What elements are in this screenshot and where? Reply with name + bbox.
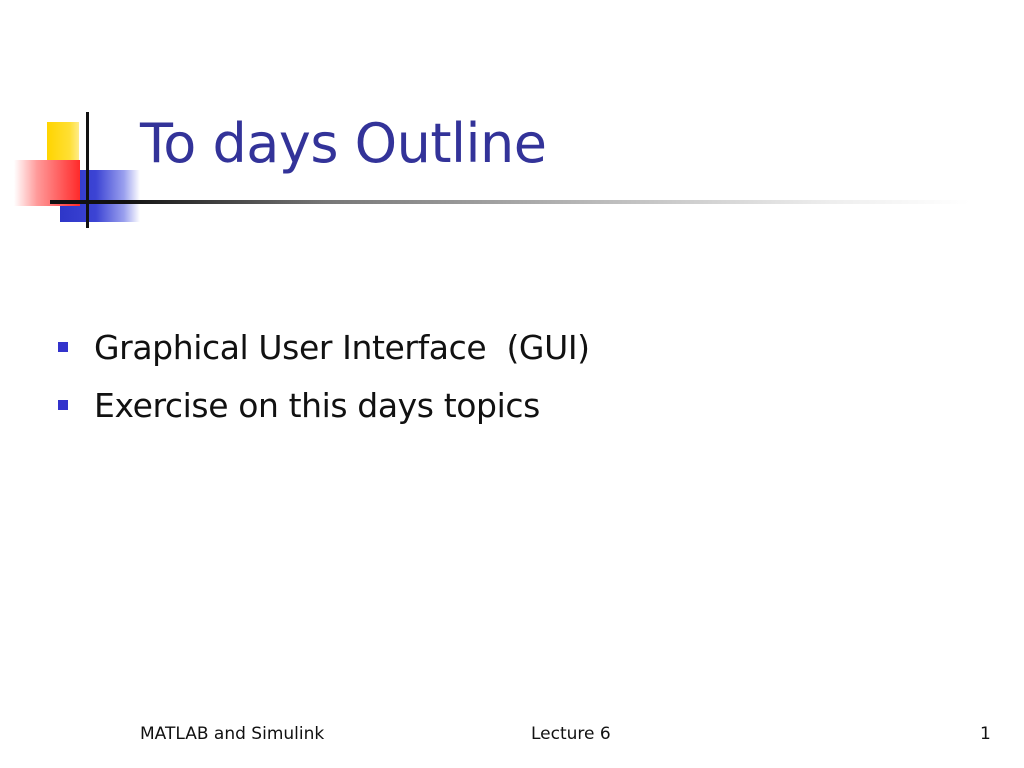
bullet-item: Exercise on this days topics <box>56 376 590 434</box>
slide: To days Outline Graphical User Interface… <box>0 0 1024 768</box>
footer-course-name: MATLAB and Simulink <box>140 724 325 744</box>
bullet-item: Graphical User Interface (GUI) <box>56 318 590 376</box>
footer-lecture-label: Lecture 6 <box>531 724 611 744</box>
square-bullet-icon <box>58 400 68 410</box>
footer-page-number: 1 <box>980 724 991 744</box>
title-underline-rule <box>50 200 970 204</box>
corner-logo-decoration <box>0 0 160 240</box>
vertical-rule-decoration <box>86 112 89 228</box>
slide-title: To days Outline <box>140 112 547 175</box>
square-bullet-icon <box>58 342 68 352</box>
bullet-text: Exercise on this days topics <box>94 385 540 425</box>
bullet-text: Graphical User Interface (GUI) <box>94 327 590 367</box>
bullet-list: Graphical User Interface (GUI) Exercise … <box>56 318 590 434</box>
